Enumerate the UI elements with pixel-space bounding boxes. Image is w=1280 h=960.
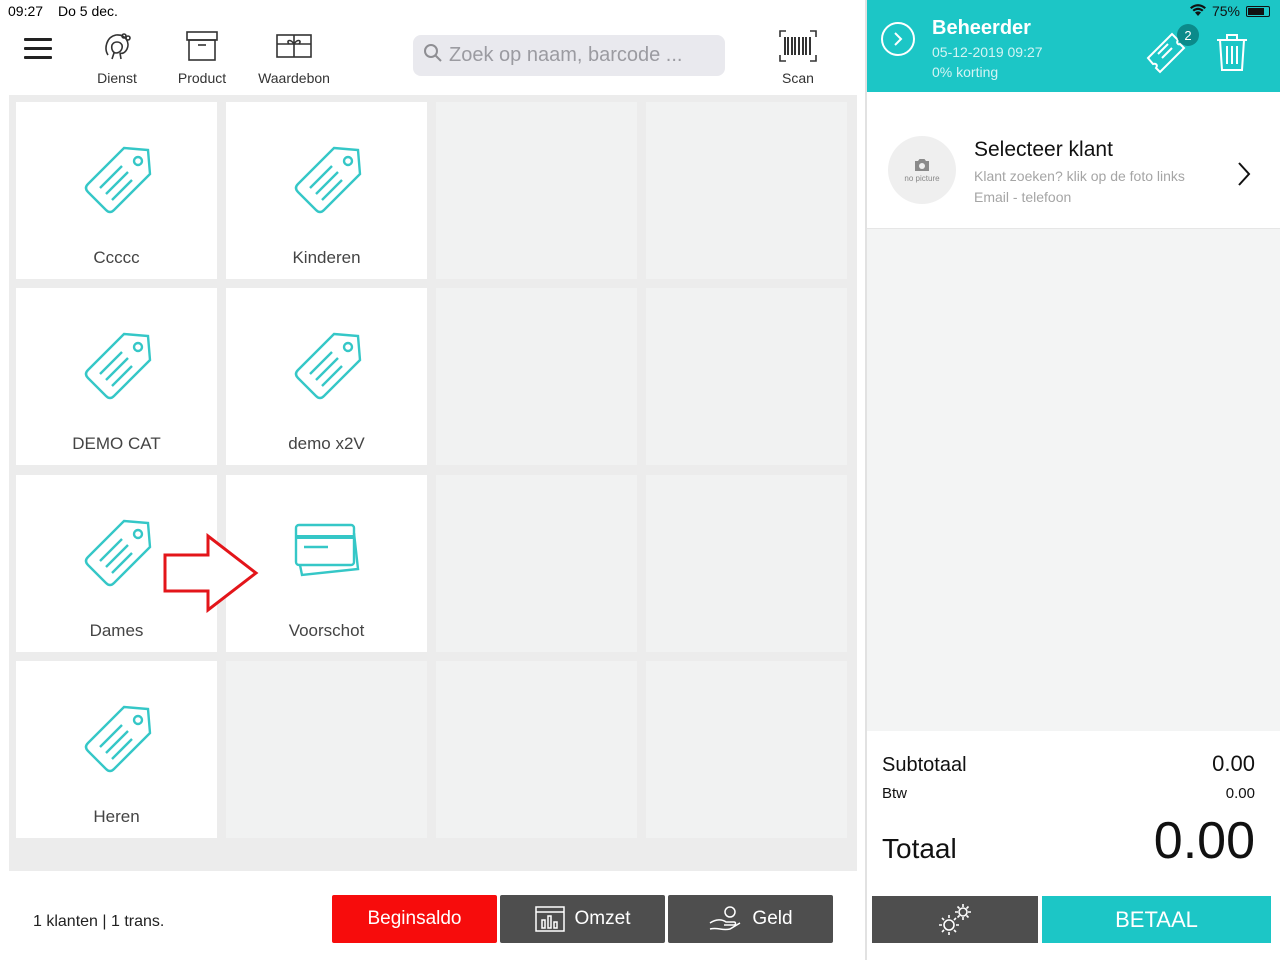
gears-icon (939, 903, 971, 935)
category-grid: Ccccc Kinderen DEMO CAT demo x2V Dames V… (9, 95, 857, 871)
status-bar: 09:27 Do 5 dec. (0, 0, 865, 22)
category-label: demo x2V (288, 434, 365, 453)
subtotal-label: Subtotaal (882, 754, 967, 776)
subtotal-row: Subtotaal 0.00 (882, 751, 1255, 777)
price-tag-icon (84, 146, 152, 214)
collapse-panel-button[interactable] (881, 22, 915, 56)
settings-button[interactable] (872, 896, 1038, 943)
cart-discount: 0% korting (932, 64, 999, 80)
empty-tile (646, 661, 847, 838)
select-customer-row[interactable]: no picture Selecteer klant Klant zoeken?… (867, 92, 1280, 229)
category-label: Ccccc (93, 248, 140, 267)
cart-items-area (867, 229, 1280, 731)
dienst-label: Dienst (97, 70, 137, 86)
empty-tile (646, 102, 847, 279)
status-date: Do 5 dec. (58, 3, 118, 19)
chevron-right-icon (1238, 162, 1251, 186)
user-name: Beheerder (932, 17, 1031, 39)
empty-tile (436, 475, 637, 652)
scan-label: Scan (782, 70, 814, 86)
session-counts: 1 klanten | 1 trans. (33, 913, 165, 930)
category-tile-voorschot[interactable]: Voorschot (226, 475, 427, 652)
geld-label: Geld (752, 908, 793, 929)
btw-label: Btw (882, 785, 908, 802)
credit-card-icon (294, 523, 360, 577)
cart-header: 75% Beheerder 05-12-2019 09:27 0% kortin… (867, 0, 1280, 92)
customer-avatar[interactable]: no picture (888, 136, 956, 204)
btw-value: 0.00 (1225, 785, 1255, 802)
no-picture-text: no picture (904, 173, 940, 183)
category-label: Heren (93, 807, 140, 826)
bottom-bar: 1 klanten | 1 trans. Beginsaldo Omzet Ge… (0, 871, 865, 960)
category-label: Voorschot (288, 621, 365, 640)
category-tile-dames[interactable]: Dames (16, 475, 217, 652)
gift-voucher-icon (274, 26, 314, 66)
price-tag-icon (84, 705, 152, 773)
price-tag-icon (84, 519, 152, 587)
empty-tile (226, 661, 427, 838)
trash-icon[interactable] (1215, 32, 1249, 72)
status-indicators: 75% (1189, 3, 1270, 19)
empty-tile (436, 661, 637, 838)
beginsaldo-button[interactable]: Beginsaldo (332, 895, 497, 943)
category-tile-demo-x2v[interactable]: demo x2V (226, 288, 427, 465)
hamburger-menu-icon[interactable] (24, 38, 52, 60)
waardebon-button[interactable]: Waardebon (254, 26, 334, 86)
search-input[interactable] (449, 44, 719, 67)
category-tile-heren[interactable]: Heren (16, 661, 217, 838)
search-bar[interactable] (413, 35, 725, 76)
subtotal-value: 0.00 (1212, 751, 1255, 776)
price-tag-icon (294, 332, 362, 400)
btw-row: Btw 0.00 (882, 785, 1255, 802)
totals-panel: Subtotaal 0.00 Btw 0.00 Totaal 0.00 (867, 731, 1280, 881)
price-tag-icon (84, 332, 152, 400)
empty-tile (436, 288, 637, 465)
battery-percent: 75% (1211, 3, 1240, 19)
camera-icon (915, 158, 929, 171)
ticket-count-badge: 2 (1177, 24, 1199, 46)
customer-hint: Klant zoeken? klik op de foto links (974, 168, 1185, 184)
omzet-button[interactable]: Omzet (500, 895, 665, 943)
wifi-icon (1189, 3, 1206, 19)
product-label: Product (177, 70, 227, 86)
category-tile-kinderen[interactable]: Kinderen (226, 102, 427, 279)
waardebon-label: Waardebon (258, 70, 330, 86)
betaal-button[interactable]: BETAAL (1042, 896, 1271, 943)
category-tile-ccccc[interactable]: Ccccc (16, 102, 217, 279)
customer-contact: Email - telefoon (974, 189, 1072, 205)
toolbar: Dienst Product Waardebon Zoek op naam, b… (0, 22, 865, 92)
chevron-right-icon (894, 32, 903, 46)
product-button[interactable]: Product (172, 26, 232, 86)
empty-tile (646, 288, 847, 465)
price-tag-icon (294, 146, 362, 214)
category-label: DEMO CAT (72, 434, 161, 453)
omzet-label: Omzet (574, 908, 631, 929)
total-row: Totaal 0.00 (882, 811, 1255, 871)
cart-datetime: 05-12-2019 09:27 (932, 44, 1043, 60)
category-tile-demo-cat[interactable]: DEMO CAT (16, 288, 217, 465)
hairdresser-icon (97, 26, 137, 66)
category-label: Kinderen (292, 248, 361, 267)
customer-title: Selecteer klant (974, 138, 1113, 161)
geld-button[interactable]: Geld (668, 895, 833, 943)
total-label: Totaal (882, 833, 957, 864)
category-label: Dames (89, 621, 144, 640)
barcode-icon (778, 26, 818, 66)
status-time: 09:27 (8, 3, 44, 19)
total-value: 0.00 (1153, 812, 1255, 870)
beginsaldo-label: Beginsaldo (367, 908, 462, 929)
scan-button[interactable]: Scan (772, 26, 824, 86)
dienst-button[interactable]: Dienst (92, 26, 142, 86)
empty-tile (646, 475, 847, 652)
battery-icon (1246, 5, 1270, 17)
bar-chart-icon (534, 906, 565, 932)
empty-tile (436, 102, 637, 279)
box-icon (182, 26, 222, 66)
money-hand-icon (708, 905, 742, 933)
search-icon (423, 43, 443, 68)
betaal-label: BETAAL (1115, 906, 1198, 932)
cart-actions: BETAAL (867, 881, 1280, 960)
